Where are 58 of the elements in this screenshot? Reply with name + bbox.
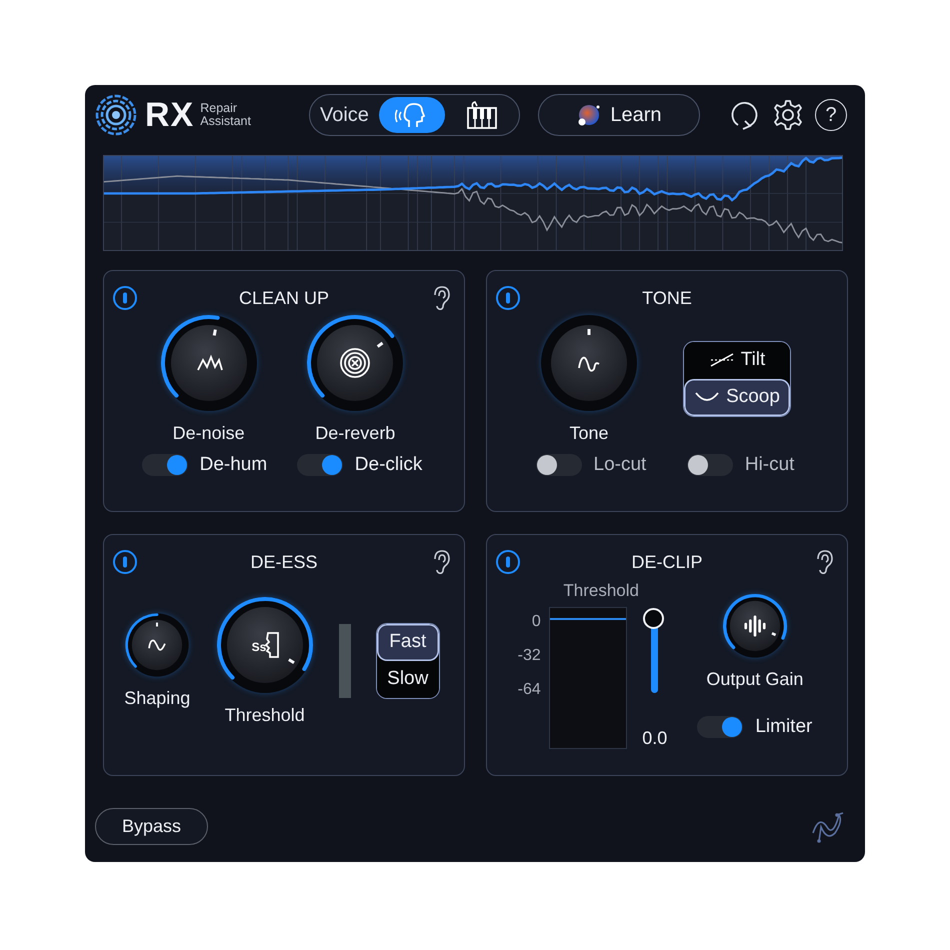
waveform-icon <box>744 614 766 636</box>
slider-thumb[interactable] <box>643 608 664 629</box>
tilt-icon <box>708 352 735 368</box>
knob-label: De-noise <box>172 423 245 444</box>
toggle-switch[interactable] <box>697 716 744 738</box>
knob-label: Threshold <box>224 705 305 726</box>
product-name: Repair Assistant <box>200 102 252 128</box>
power-icon[interactable] <box>112 549 138 575</box>
power-icon[interactable] <box>112 285 138 311</box>
mode-label: Voice <box>320 104 369 126</box>
voice-mode-button[interactable] <box>378 97 445 133</box>
knob[interactable] <box>722 592 788 658</box>
toggle-label: Limiter <box>755 716 812 738</box>
knob-label: Output Gain <box>706 668 804 690</box>
knob-label: Tone <box>570 423 609 444</box>
module-title: DE-ESS <box>250 552 318 572</box>
knob-label: De-reverb <box>315 423 396 444</box>
toggle-switch[interactable] <box>142 454 188 476</box>
scale-label: 0 <box>532 613 541 631</box>
face-icon <box>264 632 279 658</box>
curve-icon <box>578 356 600 372</box>
target-icon <box>340 348 370 378</box>
threshold-reading: 0.0 <box>642 728 668 749</box>
piano-icon <box>464 100 499 130</box>
help-button[interactable]: ? <box>815 99 847 131</box>
module-title: DE-CLIP <box>631 552 702 572</box>
knob[interactable] <box>124 612 190 678</box>
wave-icon <box>148 640 166 651</box>
option-button[interactable]: Fast <box>376 624 439 660</box>
power-icon[interactable] <box>495 549 521 575</box>
toggle-switch[interactable] <box>296 454 343 476</box>
toggle-label: Lo-cut <box>594 454 646 476</box>
knob[interactable]: Ss <box>214 595 315 695</box>
scale-label: -32 <box>518 647 541 665</box>
power-icon[interactable] <box>495 285 521 311</box>
knob[interactable] <box>305 313 406 413</box>
toggle-switch[interactable] <box>686 454 733 476</box>
bypass-button[interactable]: Bypass <box>95 808 208 844</box>
learn-button[interactable]: Learn <box>538 94 700 136</box>
knob-label: Shaping <box>124 688 190 709</box>
module-title: TONE <box>642 288 692 308</box>
knob[interactable] <box>158 313 259 413</box>
meter-title: Threshold <box>563 581 639 601</box>
noise-icon <box>196 354 223 370</box>
logo-text: RX <box>145 96 194 134</box>
segmented-control[interactable]: Tilt Scoop <box>683 340 791 416</box>
logo-icon <box>95 94 137 136</box>
toggle-label: De-click <box>354 454 422 476</box>
segmented-control[interactable]: Fast Slow <box>376 622 440 698</box>
orb-icon <box>576 102 602 128</box>
scale-label: -64 <box>518 681 541 699</box>
toggle-label: De-hum <box>200 454 268 476</box>
toggle-switch[interactable] <box>536 454 582 476</box>
settings-icon[interactable] <box>771 98 805 132</box>
module-title: CLEAN UP <box>238 288 330 308</box>
option-button[interactable]: Scoop <box>684 378 790 416</box>
icon-text: Ss <box>251 640 266 654</box>
toggle-label: Hi-cut <box>744 454 794 476</box>
